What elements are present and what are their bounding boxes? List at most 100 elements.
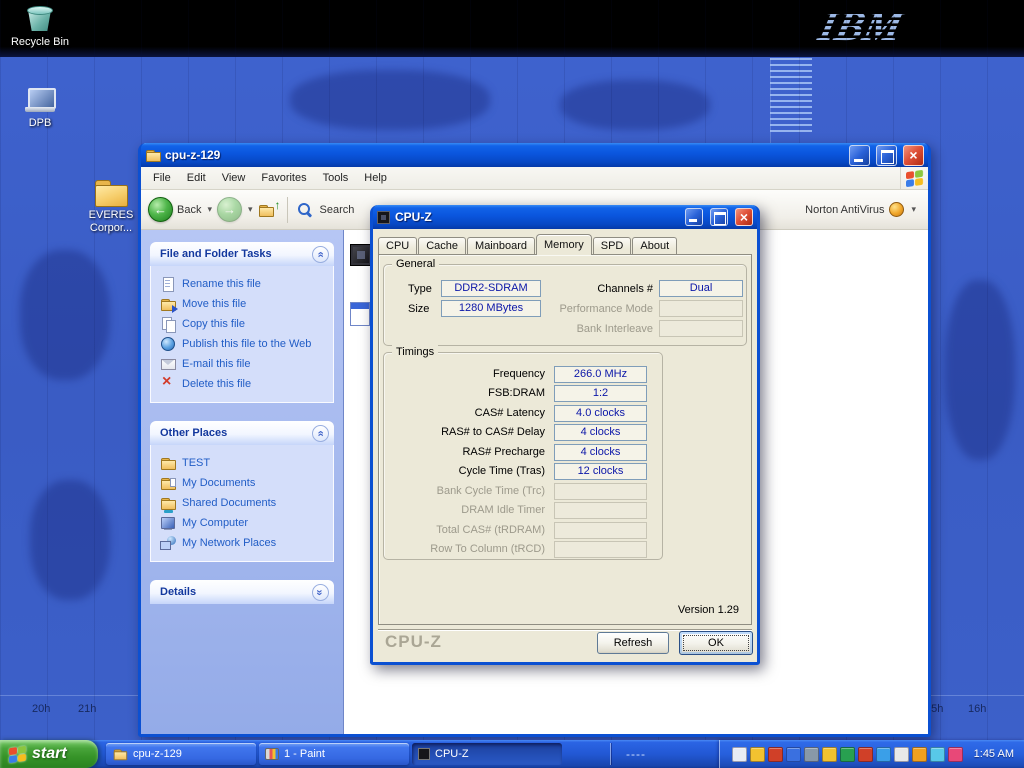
place-my-computer[interactable]: My Computer [160,513,329,533]
ras-precharge-field[interactable]: 4 clocks [554,444,647,461]
search-button[interactable]: Search [297,202,355,217]
task-publish-file[interactable]: Publish this file to the Web [160,334,329,354]
search-icon [297,202,312,217]
panel-title: Details [160,586,196,598]
place-shared-documents[interactable]: Shared Documents [160,493,329,513]
tray-icon[interactable] [948,747,963,762]
maximize-button[interactable] [710,208,728,226]
search-label: Search [320,204,355,216]
ras-to-cas-label: RAS# to CAS# Delay [388,424,545,441]
desktop-icon-everes[interactable]: EVERES Corpor... [78,178,144,235]
memory-size-field[interactable]: 1280 MBytes [441,300,541,317]
file-icon-doc[interactable] [350,302,370,326]
tray-icon[interactable] [912,747,927,762]
menu-tools[interactable]: Tools [315,172,357,184]
tab-spd[interactable]: SPD [593,237,632,254]
general-groupbox: General Type DDR2-SDRAM Size 1280 MBytes… [383,264,747,346]
explorer-title-bar[interactable]: cpu-z-129 × [141,143,928,167]
folder-icon [145,147,161,163]
menu-favorites[interactable]: Favorites [253,172,314,184]
tray-icon[interactable] [786,747,801,762]
task-label: Delete this file [182,378,251,390]
frequency-field[interactable]: 266.0 MHz [554,366,647,383]
tray-icon[interactable] [858,747,873,762]
taskbar-clock[interactable]: 1:45 AM [974,748,1014,760]
panel-header-file-tasks[interactable]: File and Folder Tasks « [150,242,334,266]
tray-icon[interactable] [840,747,855,762]
tab-cache[interactable]: Cache [418,237,466,254]
fsb-dram-field[interactable]: 1:2 [554,385,647,402]
taskbar-task-cpu-z-129[interactable]: cpu-z-129 [106,743,256,765]
collapse-button[interactable]: « [312,246,329,263]
expand-button[interactable]: « [312,584,329,601]
refresh-button[interactable]: Refresh [597,632,669,654]
memory-type-field[interactable]: DDR2-SDRAM [441,280,541,297]
channels-field[interactable]: Dual [659,280,743,297]
tab-about[interactable]: About [632,237,677,254]
task-label: cpu-z-129 [133,748,182,760]
up-arrow-icon: ↑ [275,198,281,212]
forward-dropdown-icon[interactable]: ▾ [248,204,253,215]
cycle-time-field[interactable]: 12 clocks [554,463,647,480]
task-email-file[interactable]: E-mail this file [160,354,329,374]
minimize-button[interactable] [849,145,870,166]
type-label: Type [408,281,432,298]
size-label: Size [408,301,429,318]
tab-cpu[interactable]: CPU [378,237,417,254]
menu-edit[interactable]: Edit [179,172,214,184]
task-label: Publish this file to the Web [182,338,311,350]
maximize-button[interactable] [876,145,897,166]
collapse-button[interactable]: « [312,425,329,442]
tray-icon[interactable] [822,747,837,762]
back-arrow-glyph: ← [154,202,167,217]
tab-memory[interactable]: Memory [536,234,592,255]
tray-icon[interactable] [930,747,945,762]
forward-button[interactable]: → ▾ [217,197,255,222]
tray-icon[interactable] [768,747,783,762]
up-button[interactable]: ↑ [258,202,278,218]
minimize-button[interactable] [685,208,703,226]
menu-file[interactable]: File [145,172,179,184]
norton-antivirus-button[interactable]: Norton AntiVirus ▾ [805,202,921,217]
menu-view[interactable]: View [214,172,254,184]
bank-interleave-field [659,320,743,337]
tab-mainboard[interactable]: Mainboard [467,237,535,254]
norton-dropdown-icon[interactable]: ▾ [911,204,916,215]
shared-documents-icon [160,495,176,511]
total-cas-field [554,522,647,539]
taskbar-toolbar-handle[interactable]: ---- [626,747,646,761]
place-my-network[interactable]: My Network Places [160,533,329,553]
place-my-documents[interactable]: My Documents [160,473,329,493]
delete-icon [160,376,176,392]
desktop-icon-recycle-bin[interactable]: Recycle Bin [2,4,78,49]
desktop-icon-dpb[interactable]: DPB [2,88,78,130]
close-button[interactable]: × [903,145,924,166]
task-pane: File and Folder Tasks « Rename this file… [141,230,344,734]
task-copy-file[interactable]: Copy this file [160,314,329,334]
back-button[interactable]: ← Back ▾ [148,197,214,222]
tray-icon[interactable] [876,747,891,762]
tray-icon[interactable] [894,747,909,762]
tray-icon[interactable] [732,747,747,762]
tray-icon[interactable] [804,747,819,762]
cas-latency-field[interactable]: 4.0 clocks [554,405,647,422]
taskbar-task-cpuz[interactable]: CPU-Z [412,743,562,765]
start-button[interactable]: start [0,740,98,768]
menu-help[interactable]: Help [356,172,395,184]
task-delete-file[interactable]: Delete this file [160,374,329,394]
place-test[interactable]: TEST [160,453,329,473]
ras-to-cas-field[interactable]: 4 clocks [554,424,647,441]
panel-header-details[interactable]: Details « [150,580,334,604]
task-move-file[interactable]: Move this file [160,294,329,314]
back-dropdown-icon[interactable]: ▾ [207,204,212,215]
place-label: My Documents [182,477,255,489]
tray-icon[interactable] [750,747,765,762]
taskbar-task-paint[interactable]: 1 - Paint [259,743,409,765]
ok-button[interactable]: OK [679,631,753,655]
close-button[interactable]: × [735,208,753,226]
cpuz-title-bar[interactable]: CPU-Z × [373,205,757,229]
task-rename-file[interactable]: Rename this file [160,274,329,294]
file-icon-chip[interactable] [350,244,372,266]
panel-header-other-places[interactable]: Other Places « [150,421,334,445]
place-label: Shared Documents [182,497,276,509]
